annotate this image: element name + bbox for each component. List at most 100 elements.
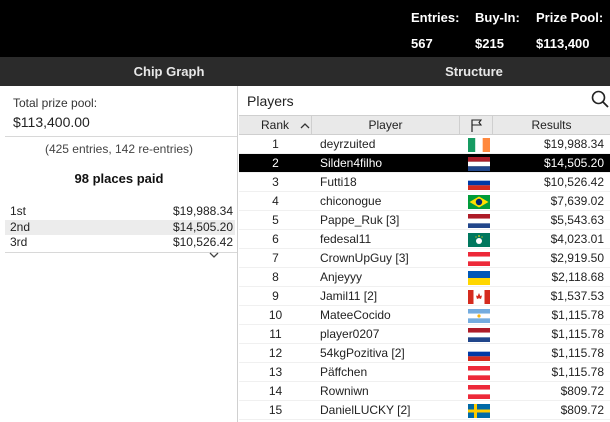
player-rank: 9 bbox=[272, 289, 279, 303]
payout-amount: $10,526.42 bbox=[172, 235, 233, 249]
buyin-value: $215 bbox=[475, 36, 504, 51]
player-rank: 15 bbox=[268, 403, 283, 417]
places-paid: 98 places paid bbox=[74, 171, 164, 186]
player-name: MateeCocido bbox=[320, 308, 391, 322]
players-search-input[interactable] bbox=[247, 91, 577, 111]
russia-flag-icon bbox=[468, 176, 490, 190]
sweden-flag-icon bbox=[468, 404, 490, 418]
player-name: fedesal11 bbox=[320, 232, 372, 246]
entries-label: Entries: bbox=[411, 10, 460, 25]
player-rank: 14 bbox=[268, 384, 283, 398]
player-name: deyrzuited bbox=[320, 137, 376, 151]
player-result: $7,639.02 bbox=[550, 194, 604, 208]
player-row[interactable]: 8 Anjeyyy $2,118.68 bbox=[239, 268, 610, 287]
player-rank: 4 bbox=[272, 194, 279, 208]
player-name: Päffchen bbox=[320, 365, 368, 379]
prize-summary-panel: Total prize pool: $113,400.00 (425 entri… bbox=[0, 86, 238, 422]
player-row[interactable]: 5 Pappe_Ruk [3] $5,543.63 bbox=[239, 211, 610, 230]
player-name: Pappe_Ruk [3] bbox=[320, 213, 400, 227]
player-row[interactable]: 6 fedesal11 $4,023.01 bbox=[239, 230, 610, 249]
player-rank: 10 bbox=[268, 308, 283, 322]
player-result: $10,526.42 bbox=[543, 175, 604, 189]
player-row[interactable]: 15 DanielLUCKY [2] $809.72 bbox=[239, 401, 610, 420]
player-rank: 5 bbox=[272, 213, 279, 227]
player-result: $2,118.68 bbox=[551, 270, 605, 284]
player-result: $1,115.78 bbox=[551, 346, 605, 360]
player-name: CrownUpGuy [3] bbox=[320, 251, 409, 265]
expand-payouts-button[interactable] bbox=[203, 251, 225, 263]
player-rank: 13 bbox=[268, 365, 283, 379]
players-table-header: Rank Player Results bbox=[239, 115, 610, 135]
ukraine-flag-icon bbox=[468, 271, 490, 285]
player-column-header[interactable]: Player bbox=[312, 116, 460, 135]
results-column-header[interactable]: Results bbox=[493, 116, 610, 135]
player-result: $1,537.53 bbox=[550, 289, 604, 303]
tab-bar: Chip Graph Structure bbox=[0, 57, 610, 86]
players-panel: Rank Player Results 1 deyrzuited $19,988.3… bbox=[239, 86, 610, 422]
tab-chip-graph[interactable]: Chip Graph bbox=[0, 57, 338, 86]
brazil-flag-icon bbox=[468, 195, 490, 209]
player-rank: 8 bbox=[272, 270, 279, 284]
player-result: $1,115.78 bbox=[551, 365, 605, 379]
player-rank: 2 bbox=[272, 156, 279, 170]
player-row[interactable]: 1 deyrzuited $19,988.34 bbox=[239, 135, 610, 154]
players-search-bar bbox=[239, 86, 610, 115]
austria-flag-icon bbox=[468, 252, 490, 266]
player-rank: 6 bbox=[272, 232, 279, 246]
player-row[interactable]: 4 chiconogue $7,639.02 bbox=[239, 192, 610, 211]
player-row[interactable]: 11 player0207 $1,115.78 bbox=[239, 325, 610, 344]
entries-breakdown: (425 entries, 142 re-entries) bbox=[44, 142, 194, 156]
payout-row: 2nd $14,505.20 bbox=[5, 219, 235, 235]
player-row[interactable]: 13 Päffchen $1,115.78 bbox=[239, 363, 610, 382]
canada-flag-icon bbox=[468, 290, 490, 304]
player-row[interactable]: 9 Jamil11 [2] $1,537.53 bbox=[239, 287, 610, 306]
country-column-header[interactable] bbox=[460, 116, 493, 135]
player-result: $5,543.63 bbox=[550, 213, 604, 227]
payout-place: 1st bbox=[10, 204, 27, 218]
rank-column-header[interactable]: Rank bbox=[239, 116, 312, 135]
player-result: $809.72 bbox=[560, 403, 604, 417]
player-row[interactable]: 10 MateeCocido $1,115.78 bbox=[239, 306, 610, 325]
player-row[interactable]: 3 Futti18 $10,526.42 bbox=[239, 173, 610, 192]
player-name: chiconogue bbox=[320, 194, 382, 208]
payout-table: 1st $19,988.34 2nd $14,505.20 3rd $10,52… bbox=[5, 204, 235, 251]
netherlands-flag-icon bbox=[468, 214, 490, 228]
player-name: Futti18 bbox=[320, 175, 357, 189]
player-result: $4,023.01 bbox=[550, 232, 604, 246]
search-icon[interactable] bbox=[591, 90, 609, 108]
total-prize-pool-label: Total prize pool: bbox=[13, 96, 98, 110]
tournament-header: Entries: 567 Buy-In: $215 Prize Pool: $1… bbox=[0, 0, 610, 57]
player-row[interactable]: 2 Silden4filho $14,505.20 bbox=[239, 154, 610, 173]
russia-flag-icon bbox=[468, 347, 490, 361]
austria-flag-icon bbox=[468, 385, 490, 399]
netherlands-flag-icon bbox=[468, 328, 490, 342]
player-result: $1,115.78 bbox=[551, 308, 605, 322]
rank-header-label: Rank bbox=[260, 118, 289, 132]
player-row[interactable]: 7 CrownUpGuy [3] $2,919.50 bbox=[239, 249, 610, 268]
payout-amount: $14,505.20 bbox=[172, 219, 233, 234]
player-row[interactable]: 14 Rowniwn $809.72 bbox=[239, 382, 610, 401]
player-name: Jamil11 [2] bbox=[320, 289, 378, 303]
chevron-down-icon bbox=[209, 252, 219, 258]
player-name: DanielLUCKY [2] bbox=[320, 403, 411, 417]
players-table-body: 1 deyrzuited $19,988.34 2 Silden4filho $14,50… bbox=[239, 135, 610, 420]
player-result: $809.72 bbox=[560, 384, 604, 398]
flag-icon bbox=[471, 119, 482, 132]
payout-row: 3rd $10,526.42 bbox=[5, 235, 235, 251]
player-rank: 12 bbox=[268, 346, 283, 360]
player-name: Silden4filho bbox=[320, 156, 383, 170]
buyin-label: Buy-In: bbox=[475, 10, 520, 25]
payout-amount: $19,988.34 bbox=[172, 204, 233, 218]
entries-value: 567 bbox=[411, 36, 433, 51]
tab-structure[interactable]: Structure bbox=[338, 57, 610, 86]
player-row[interactable]: 12 54kgPozitiva [2] $1,115.78 bbox=[239, 344, 610, 363]
player-name: 54kgPozitiva [2] bbox=[320, 346, 405, 360]
macau-flag-icon bbox=[468, 233, 490, 247]
total-prize-pool-value: $113,400.00 bbox=[13, 114, 90, 130]
player-result: $19,988.34 bbox=[543, 137, 604, 151]
player-rank: 1 bbox=[272, 137, 279, 151]
player-name: player0207 bbox=[320, 327, 380, 341]
sort-ascending-icon bbox=[300, 123, 310, 129]
player-name: Anjeyyy bbox=[320, 270, 363, 284]
prize-pool-label: Prize Pool: bbox=[536, 10, 604, 25]
